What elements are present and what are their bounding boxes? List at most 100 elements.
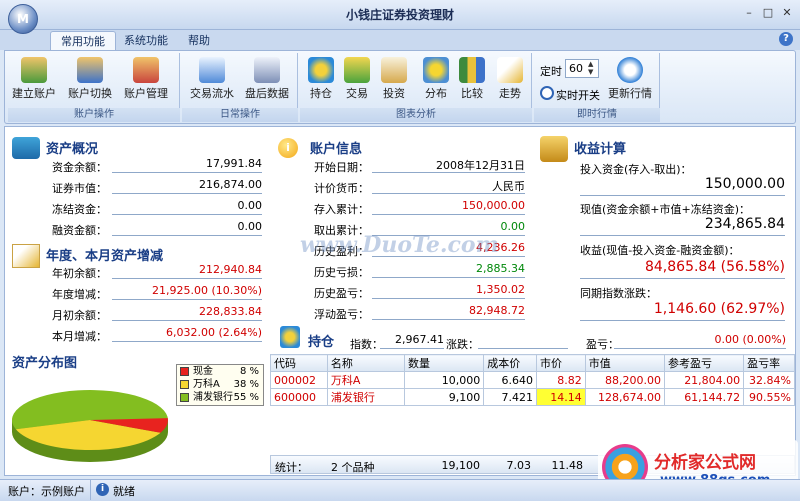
realtime-toggle[interactable]: 实时开关 <box>556 87 600 103</box>
group-caption-charts: 图表分析 <box>300 108 532 122</box>
asset-row-value: 0.00 <box>112 199 262 215</box>
annual-row-label: 本月增减： <box>52 330 107 343</box>
annual-row-value: 212,940.84 <box>112 263 262 279</box>
chart-trend-button[interactable]: 走势 <box>490 55 530 105</box>
status-divider <box>90 480 91 500</box>
account-info-title: 账户信息 <box>310 142 363 157</box>
info-icon: i <box>278 138 298 158</box>
timer-input[interactable]: 60 <box>565 59 599 78</box>
timer-label: 定时 <box>540 65 562 78</box>
account-row-value: 82,948.72 <box>372 304 525 320</box>
col-cost[interactable]: 成本价 <box>483 354 538 372</box>
ledger-icon <box>199 57 225 83</box>
index-value: 2,967.41 <box>380 333 444 349</box>
user-edit-icon <box>133 57 159 83</box>
change-value <box>478 333 568 349</box>
clipboard-icon <box>381 57 407 83</box>
account-row-value: 2,885.34 <box>372 262 525 278</box>
annual-row-label: 月初余额： <box>52 309 107 322</box>
cubes-icon <box>280 326 300 348</box>
index-change-label: 同期指数涨跌： <box>580 287 657 300</box>
col-quantity[interactable]: 数量 <box>404 354 485 372</box>
current-value: 234,865.84 <box>580 216 785 236</box>
account-row-label: 历史亏损： <box>314 266 369 279</box>
maximize-icon[interactable]: □ <box>759 6 777 21</box>
distribution-legend: 现金 8 % 万科A 38 % 浦发银行 55 % <box>176 364 264 406</box>
asset-row-label: 冻结资金： <box>52 203 107 216</box>
chart-invest-button[interactable]: 投资 <box>376 55 412 105</box>
account-row-label: 计价货币： <box>314 182 369 195</box>
user-switch-icon <box>77 57 103 83</box>
asset-row-value: 17,991.84 <box>112 157 262 173</box>
col-pl-rate[interactable]: 盈亏率 <box>743 354 795 372</box>
account-row-value: 2008年12月31日 <box>372 157 525 173</box>
col-price[interactable]: 市价 <box>536 354 586 372</box>
create-account-button[interactable]: 建立账户 <box>12 55 56 105</box>
asset-row-value: 216,874.00 <box>112 178 262 194</box>
distribution-title: 资产分布图 <box>12 356 78 371</box>
refresh-quotes-button[interactable]: 更新行情 <box>606 55 654 105</box>
status-account: 账户：示例账户 <box>8 485 85 498</box>
chart-trade-button[interactable]: 交易 <box>340 55 374 105</box>
close-icon[interactable]: ✕ <box>778 6 796 21</box>
transaction-log-button[interactable]: 交易流水 <box>188 55 236 105</box>
clock-icon <box>540 86 554 100</box>
invest-label: 投入资金(存入-取出)： <box>580 163 692 176</box>
coins-stack-icon <box>540 136 568 162</box>
user-add-icon <box>21 57 47 83</box>
col-ref-pl[interactable]: 参考盈亏 <box>663 354 745 372</box>
account-row-label: 存入累计： <box>314 203 369 216</box>
table-row[interactable]: 000002 万科A 10,000 6.640 8.82 88,200.00 2… <box>270 371 795 389</box>
account-row-label: 历史盈亏： <box>314 287 369 300</box>
account-row-label: 浮动盈亏： <box>314 308 369 321</box>
timer-spinner[interactable]: ▲ ▼ <box>588 60 593 76</box>
switch-account-button[interactable]: 账户切换 <box>68 55 112 105</box>
tab-system[interactable]: 系统功能 <box>114 31 178 50</box>
chart-holdings-button[interactable]: 持仓 <box>304 55 338 105</box>
account-row-label: 开始日期： <box>314 161 369 174</box>
annual-row-value: 228,833.84 <box>112 305 262 321</box>
holdings-title: 持仓 <box>308 335 335 350</box>
current-value-label: 现值(资金余额+市值+冻结资金)： <box>580 203 751 216</box>
asset-overview-title: 资产概况 <box>46 142 99 157</box>
index-change-value: 1,146.60 (62.97%) <box>580 301 785 321</box>
after-hours-data-button[interactable]: 盘后数据 <box>242 55 292 105</box>
table-row[interactable]: 600000 浦发银行 9,100 7.421 14.14 128,674.00… <box>270 388 795 406</box>
annual-row-label: 年初余额： <box>52 267 107 280</box>
legend-item: 浦发银行 55 % <box>177 391 263 404</box>
minimize-icon[interactable]: – <box>740 6 758 21</box>
annual-row-value: 21,925.00 (10.30%) <box>112 284 262 300</box>
col-code[interactable]: 代码 <box>270 354 328 372</box>
database-icon <box>12 137 40 159</box>
asset-row-label: 证券市值： <box>52 182 107 195</box>
group-caption-quotes: 即时行情 <box>534 108 660 122</box>
change-label: 涨跌： <box>446 338 479 351</box>
asset-row-label: 融资金额： <box>52 224 107 237</box>
account-row-value: 1,350.02 <box>372 283 525 299</box>
cubes-icon <box>308 57 334 83</box>
data-disk-icon <box>254 57 280 83</box>
account-row-value: 人民币 <box>372 178 525 194</box>
trend-icon <box>497 57 523 83</box>
tab-common[interactable]: 常用功能 <box>50 31 116 50</box>
invest-value: 150,000.00 <box>580 176 785 196</box>
bar-chart-icon <box>459 57 485 83</box>
legend-item: 现金 8 % <box>177 365 263 378</box>
coins-icon <box>344 57 370 83</box>
col-market-value[interactable]: 市值 <box>584 354 665 372</box>
chart-compare-button[interactable]: 比较 <box>454 55 490 105</box>
chart-distribution-button[interactable]: 分布 <box>418 55 454 105</box>
window-title: 小钱庄证券投资理财 <box>345 8 454 22</box>
legend-item: 万科A 38 % <box>177 378 263 391</box>
status-ready: 就绪 <box>113 485 135 498</box>
app-menu-button[interactable]: M <box>8 4 38 34</box>
tab-help[interactable]: 帮助 <box>178 31 220 50</box>
col-name[interactable]: 名称 <box>326 354 406 372</box>
profit-value: 84,865.84 (56.58%) <box>580 259 785 279</box>
info-icon: i <box>96 483 109 496</box>
help-icon[interactable]: ? <box>779 32 793 46</box>
account-row-value: 150,000.00 <box>372 199 525 215</box>
group-caption-daily: 日常操作 <box>182 108 298 122</box>
asset-row-label: 资金余额： <box>52 161 107 174</box>
manage-account-button[interactable]: 账户管理 <box>124 55 168 105</box>
